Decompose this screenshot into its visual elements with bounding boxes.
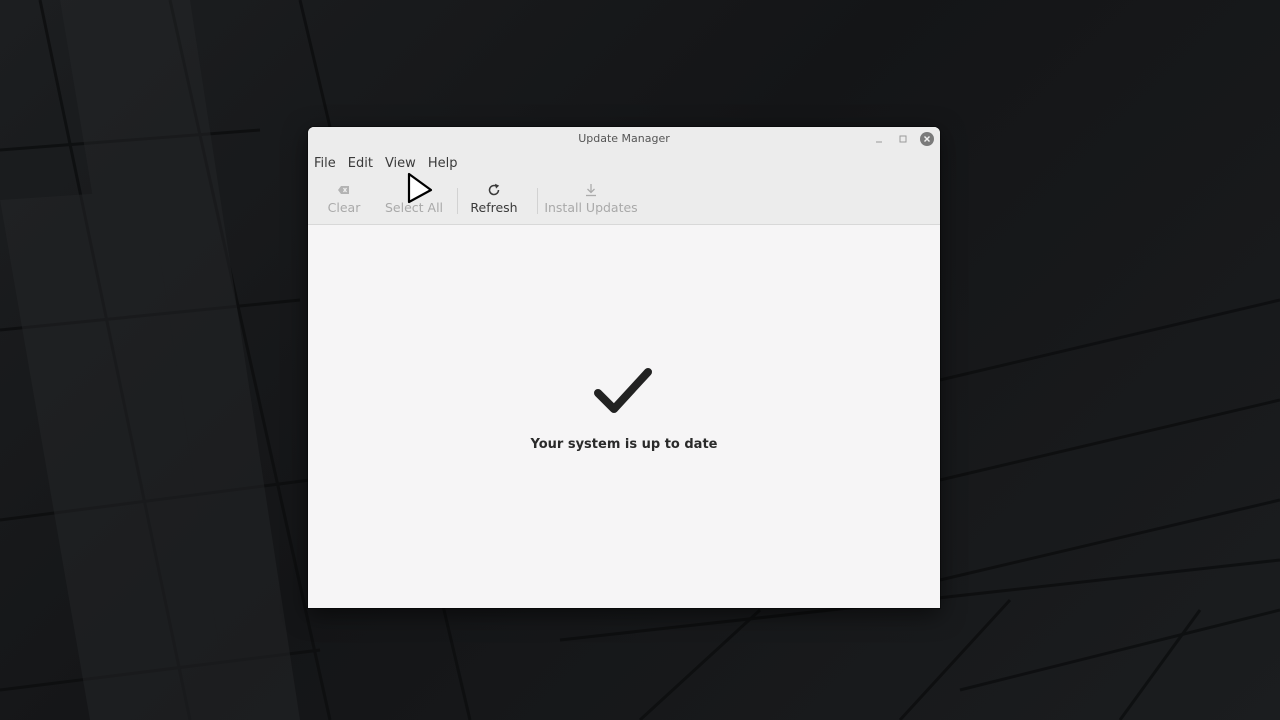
minimize-button[interactable] (872, 132, 886, 146)
install-updates-button[interactable]: Install Updates (544, 182, 638, 215)
window-controls (872, 131, 934, 147)
menu-edit[interactable]: Edit (348, 151, 379, 176)
refresh-icon (486, 182, 502, 198)
close-button[interactable] (920, 132, 934, 146)
maximize-button[interactable] (896, 132, 910, 146)
mouse-cursor-icon (407, 172, 433, 204)
status-message: Your system is up to date (530, 437, 718, 452)
titlebar[interactable]: Update Manager (308, 127, 940, 151)
desktop: Update Manager File Edit View Help Clear… (0, 0, 1280, 720)
clear-label: Clear (327, 200, 361, 215)
update-manager-window: Update Manager File Edit View Help Clear… (308, 127, 940, 608)
maximize-icon (899, 135, 907, 143)
menubar: File Edit View Help (308, 151, 940, 176)
checkmark-icon (594, 368, 652, 413)
download-icon (583, 182, 599, 198)
toolbar-separator (457, 188, 458, 214)
refresh-label: Refresh (470, 200, 518, 215)
window-title: Update Manager (578, 132, 670, 145)
clear-button[interactable]: Clear (328, 182, 360, 215)
install-updates-label: Install Updates (544, 200, 638, 215)
clear-icon (336, 182, 352, 198)
minimize-icon (876, 141, 882, 143)
toolbar-separator (537, 188, 538, 214)
close-icon (920, 132, 934, 146)
update-content-area: Your system is up to date (308, 225, 940, 608)
toolbar: Clear Select All Refresh Install Updates (308, 176, 940, 225)
refresh-button[interactable]: Refresh (470, 182, 518, 215)
menu-file[interactable]: File (314, 151, 342, 176)
